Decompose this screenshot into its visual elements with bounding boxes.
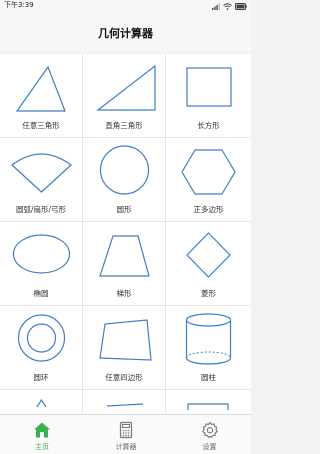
rectangle-icon — [186, 67, 232, 107]
shape-grid: 任意三角形 直角三角形 长方形 圆弧/扇形/弓形 圆形 正多边形 椭圆 梯形 菱… — [0, 54, 251, 415]
shape-label: 圆柱 — [201, 373, 216, 382]
tab-settings[interactable]: 设置 — [168, 415, 251, 454]
rhombus-icon — [186, 232, 231, 278]
shape-label: 任意四边形 — [105, 373, 143, 382]
tab-label: 计算器 — [115, 443, 137, 451]
partial-shape-icon — [36, 398, 47, 408]
shape-label: 任意三角形 — [22, 121, 60, 130]
trapezoid-icon — [99, 235, 150, 277]
right-triangle-icon — [96, 64, 156, 111]
signal-icon — [212, 2, 220, 10]
shape-label: 椭圆 — [33, 289, 49, 298]
tab-home[interactable]: 主页 — [0, 415, 84, 454]
shape-item-triangle[interactable]: 任意三角形 — [0, 54, 83, 138]
ring-icon — [17, 314, 66, 362]
shape-label: 菱形 — [201, 289, 216, 298]
tab-label: 设置 — [202, 443, 217, 451]
shape-label: 正多边形 — [193, 205, 224, 214]
shape-label: 圆弧/扇形/弓形 — [15, 205, 67, 214]
shape-item-partial[interactable] — [166, 390, 251, 415]
triangle-icon — [15, 65, 66, 112]
shape-label: 长方形 — [197, 121, 220, 130]
tab-calculator[interactable]: 计算器 — [84, 415, 168, 454]
partial-shape-icon — [106, 403, 144, 407]
gear-icon — [202, 421, 218, 438]
shape-item-rectangle[interactable]: 长方形 — [166, 54, 251, 138]
status-time: 下午3:39 — [4, 1, 34, 9]
shape-item-partial[interactable] — [0, 390, 83, 415]
partial-shape-icon — [187, 403, 229, 410]
shape-item-circle[interactable]: 圆形 — [83, 138, 166, 222]
hexagon-icon — [181, 149, 236, 195]
shape-label: 圆形 — [116, 205, 132, 214]
shape-item-partial[interactable] — [83, 390, 166, 415]
quadrilateral-icon — [99, 319, 152, 361]
shape-item-ring[interactable]: 圆环 — [0, 306, 83, 390]
page-title: 几何计算器 — [98, 27, 153, 40]
wifi-icon — [223, 2, 232, 10]
shape-label: 梯形 — [116, 289, 132, 298]
shape-item-trapezoid[interactable]: 梯形 — [83, 222, 166, 306]
shape-item-sector[interactable]: 圆弧/扇形/弓形 — [0, 138, 83, 222]
tab-label: 主页 — [35, 443, 49, 451]
shape-item-right-triangle[interactable]: 直角三角形 — [83, 54, 166, 138]
bottom-tab-bar: 主页 计算器 设置 — [0, 414, 251, 454]
shape-item-cylinder[interactable]: 圆柱 — [166, 306, 251, 390]
ellipse-icon — [12, 234, 71, 274]
battery-icon — [235, 2, 247, 10]
app-header: 几何计算器 — [0, 12, 251, 52]
shape-item-ellipse[interactable]: 椭圆 — [0, 222, 83, 306]
shape-item-quadrilateral[interactable]: 任意四边形 — [83, 306, 166, 390]
shape-item-regular-polygon[interactable]: 正多边形 — [166, 138, 251, 222]
sector-icon — [11, 153, 72, 193]
calculator-icon — [119, 421, 133, 439]
shape-label: 圆环 — [33, 373, 49, 382]
status-icons — [212, 2, 247, 10]
home-icon — [34, 422, 50, 438]
status-bar: 下午3:39 — [0, 0, 251, 12]
cylinder-icon — [185, 313, 232, 365]
circle-icon — [99, 145, 150, 195]
shape-item-rhombus[interactable]: 菱形 — [166, 222, 251, 306]
shape-label: 直角三角形 — [105, 121, 143, 130]
